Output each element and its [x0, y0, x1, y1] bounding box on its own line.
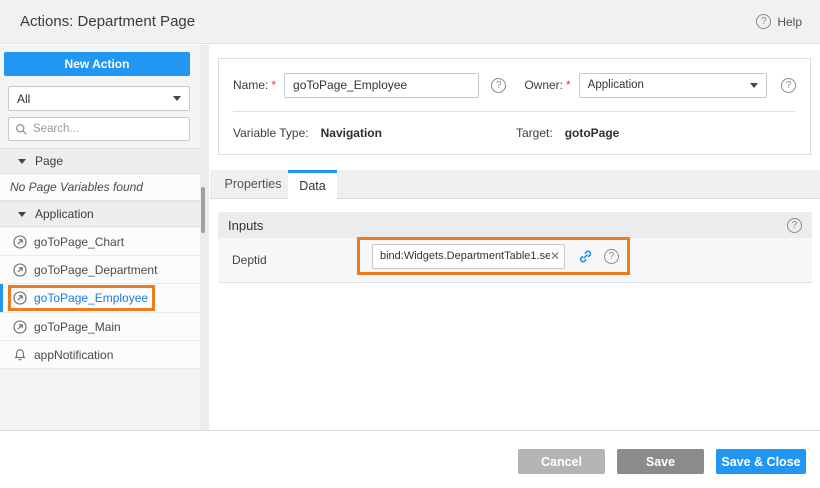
help-icon	[756, 14, 771, 29]
navigate-icon	[13, 320, 27, 334]
new-action-button[interactable]: New Action	[4, 52, 190, 76]
bell-icon	[13, 348, 27, 362]
help-label: Help	[777, 15, 802, 29]
inputs-help-icon[interactable]	[787, 218, 802, 233]
save-button[interactable]: Save	[617, 449, 704, 474]
cancel-button[interactable]: Cancel	[518, 449, 605, 474]
owner-dropdown[interactable]: Application	[579, 73, 767, 98]
collapse-caret-icon	[18, 159, 26, 164]
target-label: Target:	[516, 126, 553, 140]
navigate-icon	[13, 263, 27, 277]
required-asterisk: *	[566, 78, 571, 92]
sidebar-item-gotopage-chart[interactable]: goToPage_Chart	[0, 228, 200, 256]
navigate-icon	[13, 235, 27, 249]
required-asterisk: *	[271, 78, 276, 92]
sidebar-item-label: appNotification	[34, 348, 113, 362]
type-target-row: Variable Type: Navigation Target: gotoPa…	[219, 112, 810, 154]
tab-data[interactable]: Data	[288, 170, 337, 200]
filter-dropdown[interactable]: All	[8, 86, 190, 111]
actions-sidebar: New Action All Page No Page Variables fo…	[0, 45, 200, 430]
search-box[interactable]	[8, 117, 190, 141]
sidebar-item-label: goToPage_Employee	[34, 291, 148, 305]
sidebar-item-label: goToPage_Chart	[34, 235, 124, 249]
section-header-page[interactable]: Page	[0, 148, 200, 174]
filter-value: All	[17, 92, 173, 106]
collapse-caret-icon	[18, 212, 26, 217]
sidebar-item-appnotification[interactable]: appNotification	[0, 341, 200, 369]
bind-expression-value: bind:Widgets.DepartmentTable1.selec	[380, 250, 550, 262]
help-button[interactable]: Help	[756, 14, 802, 29]
sidebar-item-label: goToPage_Department	[34, 263, 157, 277]
sidebar-item-gotopage-main[interactable]: goToPage_Main	[0, 313, 200, 341]
owner-label: Owner:*	[524, 78, 570, 92]
action-summary-panel: Name:* Owner:* Application Variable Type…	[218, 58, 811, 155]
navigate-icon	[13, 291, 27, 305]
input-field-name: Deptid	[232, 253, 267, 267]
section-label: Page	[35, 154, 63, 168]
name-label: Name:*	[233, 78, 276, 92]
clear-icon[interactable]	[550, 250, 560, 262]
name-input[interactable]	[284, 73, 479, 98]
page-title: Actions: Department Page	[20, 0, 195, 44]
bind-link-icon[interactable]	[577, 248, 594, 265]
sidebar-item-gotopage-employee[interactable]: goToPage_Employee	[0, 284, 200, 313]
selected-indicator-bar	[0, 284, 3, 312]
chevron-down-icon	[173, 96, 181, 101]
owner-value: Application	[588, 79, 750, 91]
search-input[interactable]	[33, 123, 183, 135]
section-label: Application	[35, 207, 94, 221]
detail-tabbar: Properties Data	[210, 170, 820, 199]
annotation-highlight-box: bind:Widgets.DepartmentTable1.selec	[357, 237, 630, 275]
deptid-bind-input[interactable]: bind:Widgets.DepartmentTable1.selec	[372, 244, 565, 269]
variable-type-label: Variable Type:	[233, 126, 309, 140]
sidebar-item-gotopage-department[interactable]: goToPage_Department	[0, 256, 200, 284]
sidebar-item-label: goToPage_Main	[34, 320, 121, 334]
name-help-icon[interactable]	[491, 78, 506, 93]
search-icon	[15, 123, 28, 136]
owner-help-icon[interactable]	[781, 78, 796, 93]
app-header: Actions: Department Page Help	[0, 0, 820, 44]
inputs-title: Inputs	[228, 218, 787, 233]
section-header-application[interactable]: Application	[0, 201, 200, 227]
chevron-down-icon	[750, 83, 758, 88]
variable-type-value: Navigation	[321, 126, 382, 140]
name-owner-row: Name:* Owner:* Application	[233, 59, 796, 112]
scrollbar-thumb[interactable]	[201, 187, 205, 233]
sidebar-scrollbar[interactable]	[200, 45, 209, 430]
save-and-close-button[interactable]: Save & Close	[716, 449, 806, 474]
empty-page-variables-message: No Page Variables found	[0, 174, 200, 201]
target-value: gotoPage	[565, 126, 620, 140]
inputs-section-header: Inputs	[218, 212, 812, 238]
deptid-help-icon[interactable]	[604, 249, 619, 264]
footer-bar: Cancel Save Save & Close	[0, 430, 820, 488]
tab-properties[interactable]: Properties	[218, 170, 288, 199]
